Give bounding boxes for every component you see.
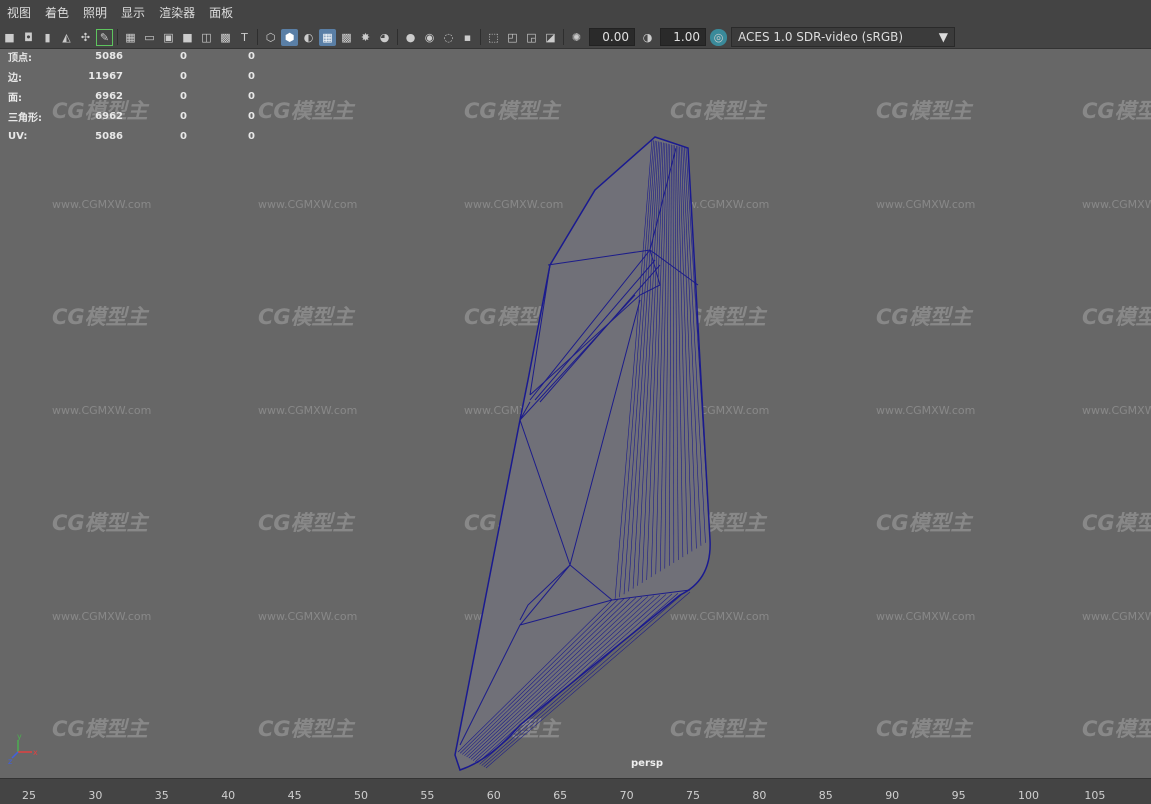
ruler-tick-label: 50	[354, 789, 368, 802]
ruler-tick-label: 100	[1018, 789, 1039, 802]
menu-panels[interactable]: 面板	[202, 0, 240, 26]
time-slider-ruler[interactable]: 25 30 35 40 45 50 55 60 65 70 75 80 85 90 95 100 105	[0, 778, 1151, 804]
menu-lighting[interactable]: 照明	[76, 0, 114, 26]
textured-icon[interactable]: ▦	[319, 28, 336, 46]
ruler-tick-label: 55	[420, 789, 435, 802]
xray-joints-icon[interactable]: ◲	[523, 29, 540, 46]
toolbar-separator	[397, 29, 398, 45]
camera-icon[interactable]: ■	[1, 29, 18, 46]
wireframe-icon[interactable]: ⬡	[262, 29, 279, 46]
color-space-dropdown[interactable]: ACES 1.0 SDR-video (sRGB) ▼	[731, 27, 955, 47]
ruler-tick-label: 60	[486, 789, 501, 802]
ruler-tick-label: 90	[885, 789, 900, 802]
chevron-down-icon: ▼	[938, 30, 948, 44]
toolbar-separator	[480, 29, 481, 45]
menu-view[interactable]: 视图	[0, 0, 38, 26]
smooth-shade-icon[interactable]: ⬢	[281, 28, 298, 46]
ruler-tick-label: 35	[154, 789, 169, 802]
camera-name-label: persp	[631, 758, 663, 769]
checker-icon[interactable]: ▩	[338, 29, 355, 46]
ruler-tick-label: 80	[752, 789, 767, 802]
gamma-field[interactable]: 1.00	[660, 28, 706, 46]
ruler-tick-label: 45	[287, 789, 302, 802]
ruler-tick-label: 95	[951, 789, 966, 802]
exposure-icon[interactable]: ✺	[568, 29, 585, 46]
exposure-field[interactable]: 0.00	[589, 28, 635, 46]
ruler-tick-label: 105	[1084, 789, 1106, 802]
camera-attr-icon[interactable]: ◘	[20, 29, 37, 46]
resolution-gate-icon[interactable]: ▣	[160, 29, 177, 46]
viewport-canvas[interactable]: y x z	[0, 49, 1151, 778]
pivot-icon[interactable]: ✣	[77, 29, 94, 46]
toolbar-separator	[257, 29, 258, 45]
depth-of-field-icon[interactable]: ▪	[459, 29, 476, 46]
axis-y-label: y	[17, 732, 22, 741]
axis-gizmo: y x z	[8, 732, 38, 766]
axis-x-label: x	[33, 748, 38, 757]
bookmark-icon[interactable]: ▮	[39, 29, 56, 46]
viewport-menubar: 视图 着色 照明 显示 渲染器 面板	[0, 0, 1151, 26]
isolate-select-icon[interactable]: ⬚	[485, 29, 502, 46]
ruler-tick-label: 75	[686, 789, 700, 802]
ambient-occlusion-icon[interactable]: ●	[402, 29, 419, 46]
film-gate-icon[interactable]: ▭	[141, 29, 158, 46]
toolbar-separator	[117, 29, 118, 45]
color-space-label: ACES 1.0 SDR-video (sRGB)	[738, 30, 904, 44]
ruler-tick-label: 30	[88, 789, 103, 802]
ruler-tick-label: 85	[818, 789, 833, 802]
gate-mask-icon[interactable]: ■	[179, 29, 196, 46]
toolbar-separator	[563, 29, 564, 45]
field-chart-icon[interactable]: ◫	[198, 29, 215, 46]
axis-z-label: z	[8, 757, 12, 766]
safe-action-icon[interactable]: ▩	[217, 29, 234, 46]
xray-icon[interactable]: ◰	[504, 29, 521, 46]
gamma-icon[interactable]: ◑	[639, 29, 656, 46]
phone-wireframe-mesh	[454, 136, 711, 771]
ruler-tick-label: 65	[553, 789, 568, 802]
color-management-icon[interactable]: ◎	[710, 28, 727, 46]
ruler-tick-label: 70	[619, 789, 634, 802]
menu-shading[interactable]: 着色	[38, 0, 76, 26]
anti-alias-icon[interactable]: ◌	[440, 29, 457, 46]
image-plane-icon[interactable]: ◭	[58, 29, 75, 46]
backface-icon[interactable]: ◪	[542, 29, 559, 46]
ruler-tick-label: 40	[221, 789, 236, 802]
safe-title-icon[interactable]: T	[236, 29, 253, 46]
grease-pencil-icon[interactable]: ✎	[96, 28, 113, 46]
grid-icon[interactable]: ▦	[122, 29, 139, 46]
menu-show[interactable]: 显示	[114, 0, 152, 26]
lights-icon[interactable]: ✸	[357, 29, 374, 46]
default-material-icon[interactable]: ◐	[300, 29, 317, 46]
motion-blur-icon[interactable]: ◉	[421, 29, 438, 46]
menu-renderer[interactable]: 渲染器	[152, 0, 202, 26]
ruler-tick-label: 25	[22, 789, 36, 802]
shadows-icon[interactable]: ◕	[376, 29, 393, 46]
